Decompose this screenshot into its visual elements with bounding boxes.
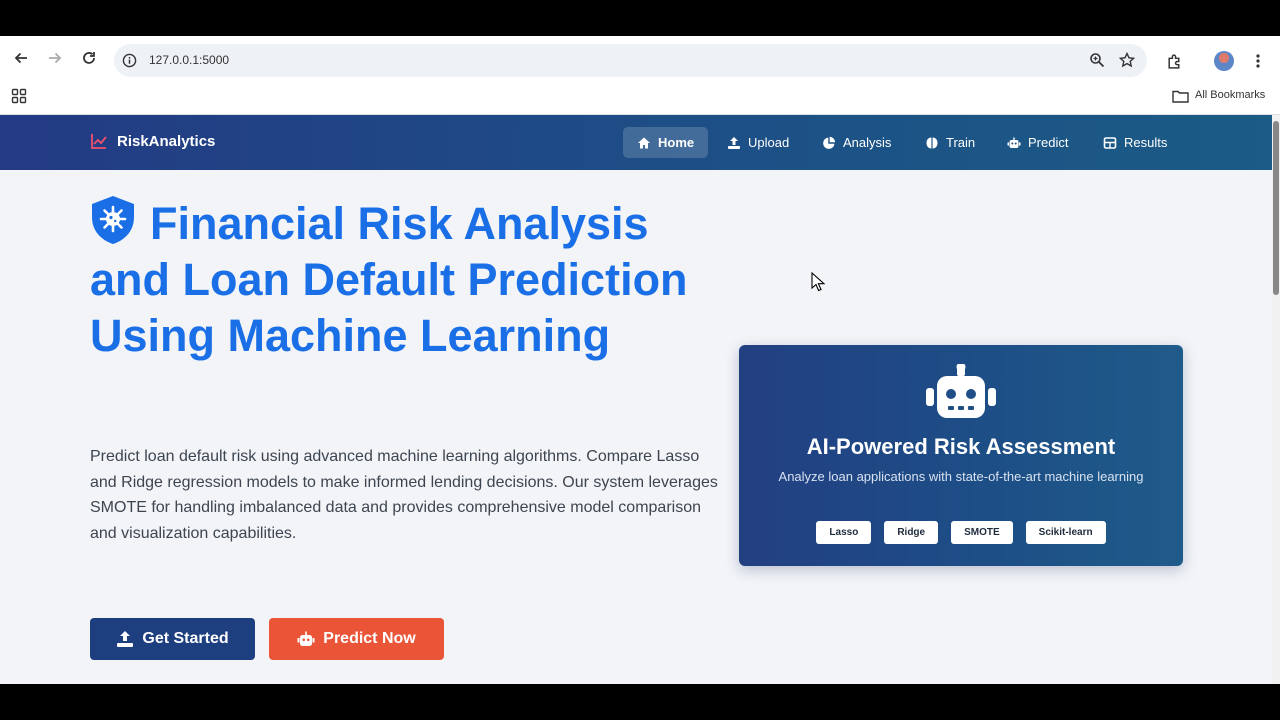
tech-badges: Lasso Ridge SMOTE Scikit-learn (739, 521, 1183, 544)
screen-frame: 127.0.0.1:5000 All Bookmarks RiskAnalyti… (0, 0, 1280, 720)
reload-icon[interactable] (81, 50, 97, 66)
pie-chart-icon (823, 136, 836, 149)
forward-arrow-icon[interactable] (47, 50, 63, 66)
mouse-cursor-icon (811, 272, 825, 292)
nav-predict[interactable]: Predict (993, 127, 1082, 158)
shield-virus-icon (92, 196, 134, 244)
hero-heading: Financial Risk Analysis and Loan Default… (90, 195, 730, 364)
nav-results-label: Results (1124, 135, 1168, 150)
card-title: AI-Powered Risk Assessment (806, 434, 1116, 459)
bookmark-star-icon[interactable] (1119, 52, 1135, 68)
robot-icon (297, 631, 315, 646)
hero-title-text: Financial Risk Analysis and Loan Default… (90, 198, 688, 361)
profile-avatar[interactable] (1214, 51, 1234, 71)
site-navbar: RiskAnalytics Home Upload Analysis Train (0, 115, 1272, 170)
table-icon (1103, 136, 1117, 149)
web-page: RiskAnalytics Home Upload Analysis Train (0, 115, 1272, 684)
back-arrow-icon[interactable] (13, 50, 29, 66)
site-info-icon[interactable] (122, 53, 137, 68)
chart-line-icon (91, 134, 107, 149)
home-icon (638, 137, 650, 148)
zoom-icon[interactable] (1089, 52, 1105, 68)
badge-smote: SMOTE (951, 521, 1013, 544)
robot-icon (1007, 137, 1021, 148)
robot-icon (926, 364, 996, 418)
nav-predict-label: Predict (1028, 135, 1069, 150)
upload-icon (117, 631, 134, 647)
all-bookmarks-link[interactable]: All Bookmarks (1195, 89, 1265, 101)
nav-home[interactable]: Home (623, 127, 709, 158)
nav-upload[interactable]: Upload (713, 127, 803, 158)
brand-logo[interactable]: RiskAnalytics (90, 132, 215, 150)
scrollbar-thumb[interactable] (1273, 121, 1279, 295)
nav-upload-label: Upload (748, 135, 790, 150)
bookmarks-bar: All Bookmarks (0, 80, 1280, 115)
nav-analysis[interactable]: Analysis (808, 127, 905, 158)
predict-now-button[interactable]: Predict Now (269, 618, 444, 660)
nav-home-label: Home (658, 135, 695, 150)
page-scrollbar[interactable] (1272, 115, 1280, 684)
address-bar[interactable]: 127.0.0.1:5000 (114, 44, 1147, 77)
predict-now-label: Predict Now (323, 630, 416, 647)
card-subtitle: Analyze loan applications with state-of-… (778, 469, 1144, 484)
folder-icon[interactable] (1172, 89, 1189, 103)
nav-train-label: Train (946, 135, 976, 150)
browser-window: 127.0.0.1:5000 All Bookmarks RiskAnalyti… (0, 36, 1280, 684)
hero-description: Predict loan default risk using advanced… (90, 448, 718, 542)
ai-assessment-card: AI-Powered Risk Assessment Analyze loan … (739, 345, 1183, 566)
url-text[interactable]: 127.0.0.1:5000 (149, 53, 229, 67)
get-started-button[interactable]: Get Started (90, 618, 255, 660)
upload-icon (728, 136, 740, 149)
badge-lasso: Lasso (816, 521, 872, 544)
nav-train[interactable]: Train (911, 127, 989, 158)
browser-toolbar: 127.0.0.1:5000 (0, 36, 1280, 80)
apps-grid-icon[interactable] (11, 88, 27, 104)
badge-ridge: Ridge (884, 521, 939, 544)
nav-analysis-label: Analysis (843, 135, 892, 150)
brand-name: RiskAnalytics (117, 132, 216, 150)
nav-results[interactable]: Results (1089, 127, 1181, 158)
badge-scikit-learn: Scikit-learn (1025, 521, 1106, 544)
get-started-label: Get Started (142, 630, 229, 647)
extensions-icon[interactable] (1166, 53, 1183, 70)
brain-icon (926, 137, 938, 148)
browser-menu-icon[interactable] (1252, 52, 1264, 70)
